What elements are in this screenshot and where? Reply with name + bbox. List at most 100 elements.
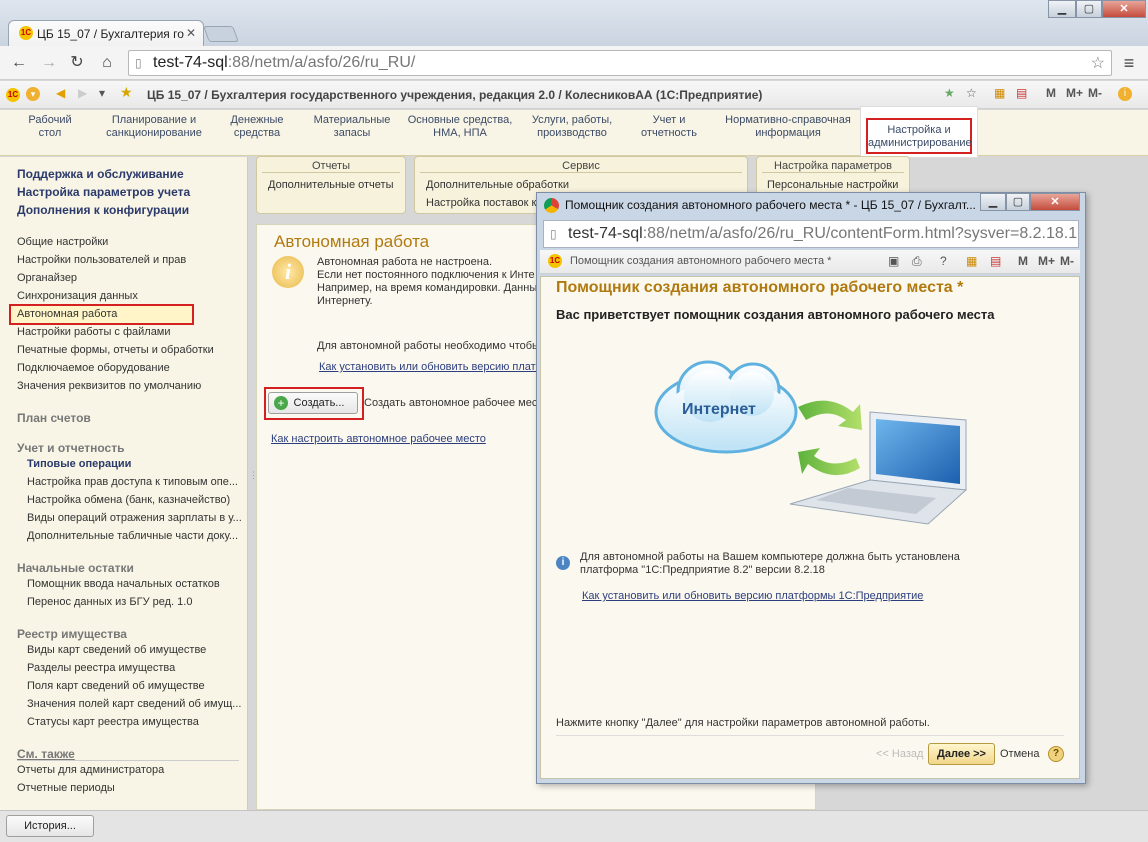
nav-item[interactable]: Настройка обмена (банк, казначейство)	[27, 494, 241, 506]
nav-item[interactable]: Статусы карт реестра имущества	[27, 716, 241, 728]
home-icon[interactable]: ⌂	[96, 52, 118, 74]
additional-processing-link[interactable]: Дополнительные обработки	[426, 179, 569, 191]
close-window-button[interactable]: ✕	[1102, 0, 1146, 18]
nav-item[interactable]: Помощник ввода начальных остатков	[27, 578, 241, 590]
nav-config-extensions[interactable]: Дополнения к конфигурации	[17, 203, 189, 217]
history-button[interactable]: История...	[6, 815, 94, 837]
popup-minimize-button[interactable]: ▁	[980, 193, 1006, 211]
bottom-bar	[0, 810, 1148, 842]
1c-menu-icon[interactable]: 1С	[6, 88, 20, 102]
howto-setup-link[interactable]: Как настроить автономное рабочее место	[271, 433, 486, 445]
requirement-text: Для автономной работы необходимо чтобы	[317, 340, 540, 352]
help-icon[interactable]: i	[1118, 87, 1132, 101]
supply-settings-link[interactable]: Настройка поставок ко	[426, 197, 543, 209]
memory-m-button[interactable]: M	[1018, 254, 1028, 268]
new-tab-button[interactable]	[203, 26, 239, 42]
1c-logo-icon: 1С	[19, 26, 33, 40]
menu-icon[interactable]: ≡	[1118, 52, 1140, 74]
calendar-icon[interactable]: ▤	[1016, 86, 1027, 100]
nav-general-settings[interactable]: Общие настройки	[17, 236, 108, 248]
nav-print-forms[interactable]: Печатные формы, отчеты и обработки	[17, 344, 214, 356]
back-arrow-icon[interactable]: ◀	[56, 86, 65, 100]
maximize-button[interactable]: ▢	[1076, 0, 1102, 18]
tab-close-icon[interactable]: ✕	[186, 26, 196, 40]
cancel-button[interactable]: Отмена	[1000, 748, 1039, 760]
memory-mplus-button[interactable]: M+	[1038, 254, 1055, 268]
popup-close-button[interactable]: ✕	[1030, 193, 1080, 211]
platform-install-link[interactable]: Как установить или обновить версию платф…	[582, 590, 923, 602]
app-title: ЦБ 15_07 / Бухгалтерия государственного …	[147, 88, 763, 102]
nav-users-rights[interactable]: Настройки пользователей и прав	[17, 254, 186, 266]
favorites-star-icon[interactable]: ★	[120, 84, 133, 101]
nav-default-values[interactable]: Значения реквизитов по умолчанию	[17, 380, 201, 392]
popup-help-icon[interactable]: ?	[940, 254, 947, 268]
memory-mminus-button[interactable]: M-	[1060, 254, 1074, 268]
nav-item[interactable]: Значения полей карт сведений об имущ...	[27, 698, 241, 710]
section-money[interactable]: Денежные средства	[222, 114, 292, 140]
reload-icon[interactable]: ↻	[66, 52, 88, 74]
nav-item[interactable]: Перенос данных из БГУ ред. 1.0	[27, 596, 241, 608]
history-dropdown-icon[interactable]: ▾	[99, 86, 105, 100]
forward-arrow-icon[interactable]: ▶	[78, 86, 87, 100]
create-button[interactable]: + Создать...	[268, 392, 358, 414]
minimize-button[interactable]: ▁	[1048, 0, 1076, 18]
install-platform-link[interactable]: Как установить или обновить версию платф	[319, 361, 545, 373]
section-reference[interactable]: Нормативно-справочная информация	[716, 114, 860, 140]
personal-settings-link[interactable]: Персональные настройки	[767, 179, 898, 191]
popup-maximize-button[interactable]: ▢	[1006, 193, 1030, 211]
favorites-icon[interactable]: ☆	[966, 86, 977, 100]
memory-mminus-button[interactable]: M-	[1088, 86, 1102, 100]
popup-address-bar[interactable]: ▯ test-74-sql:88/netm/a/asfo/26/ru_RU/co…	[543, 220, 1079, 248]
nav-organizer[interactable]: Органайзер	[17, 272, 77, 284]
nav-chart-of-accounts[interactable]: План счетов	[17, 411, 91, 425]
next-button[interactable]: Далее >>	[928, 743, 995, 765]
calculator-icon[interactable]: ▦	[994, 86, 1005, 100]
nav-item[interactable]: Виды карт сведений об имуществе	[27, 644, 241, 656]
nav-item[interactable]: Виды операций отражения зарплаты в у...	[27, 512, 241, 524]
nav-report-periods[interactable]: Отчетные периоды	[17, 782, 115, 794]
section-services[interactable]: Услуги, работы, производство	[524, 114, 620, 140]
nav-registry-header: Реестр имущества	[17, 627, 127, 641]
nav-seealso-header: См. также	[17, 747, 75, 761]
favorite-add-icon[interactable]: ★	[944, 86, 955, 100]
section-materials[interactable]: Материальные запасы	[306, 114, 398, 140]
nav-item[interactable]: Дополнительные табличные части доку...	[27, 530, 241, 542]
nav-item[interactable]: Поля карт сведений об имуществе	[27, 680, 241, 692]
nav-offline-work[interactable]: Автономная работа	[17, 308, 117, 320]
address-bar[interactable]: ▯ test-74-sql:88/netm/a/asfo/26/ru_RU/ ☆	[128, 50, 1112, 76]
help-button[interactable]: ?	[1048, 746, 1064, 762]
bookmark-star-icon[interactable]: ☆	[1091, 53, 1105, 73]
memory-m-button[interactable]: M	[1046, 86, 1056, 100]
save-icon[interactable]: ▣	[888, 254, 899, 268]
print-icon[interactable]: ⎙	[912, 254, 922, 269]
calculator-icon[interactable]: ▦	[966, 254, 977, 268]
nav-equipment[interactable]: Подключаемое оборудование	[17, 362, 170, 374]
splitter-handle[interactable]: ⋮	[249, 470, 258, 481]
nav-accounting-params[interactable]: Настройка параметров учета	[17, 185, 190, 199]
nav-admin-reports[interactable]: Отчеты для администратора	[17, 764, 164, 776]
nav-typical-operations[interactable]: Типовые операции	[27, 458, 241, 470]
cloud-label: Интернет	[682, 401, 756, 418]
section-desktop[interactable]: Рабочий стол	[20, 114, 80, 140]
divider	[17, 760, 239, 761]
dropdown-icon[interactable]: ▾	[26, 87, 40, 101]
tab-title: ЦБ 15_07 / Бухгалтерия го	[37, 27, 184, 41]
nav-item[interactable]: Разделы реестра имущества	[27, 662, 241, 674]
page-icon: ▯	[550, 227, 557, 241]
additional-reports-link[interactable]: Дополнительные отчеты	[268, 179, 393, 191]
section-accounting[interactable]: Учет и отчетность	[634, 114, 704, 140]
divider	[762, 172, 904, 173]
back-button[interactable]: << Назад	[876, 748, 923, 760]
nav-data-sync[interactable]: Синхронизация данных	[17, 290, 138, 302]
nav-item[interactable]: Настройка прав доступа к типовым опе...	[27, 476, 241, 488]
section-planning[interactable]: Планирование и санкционирование	[98, 114, 210, 140]
memory-mplus-button[interactable]: M+	[1066, 86, 1083, 100]
forward-icon[interactable]: →	[38, 52, 60, 74]
section-administration[interactable]: Настройка и администрирование	[866, 118, 972, 154]
section-fixed-assets[interactable]: Основные средства, НМА, НПА	[404, 114, 516, 140]
calendar-icon[interactable]: ▤	[990, 254, 1001, 268]
nav-files-settings[interactable]: Настройки работы с файлами	[17, 326, 171, 338]
back-icon[interactable]: ←	[8, 52, 30, 74]
browser-tab[interactable]: 1С ЦБ 15_07 / Бухгалтерия го	[8, 20, 204, 46]
nav-support[interactable]: Поддержка и обслуживание	[17, 167, 184, 181]
